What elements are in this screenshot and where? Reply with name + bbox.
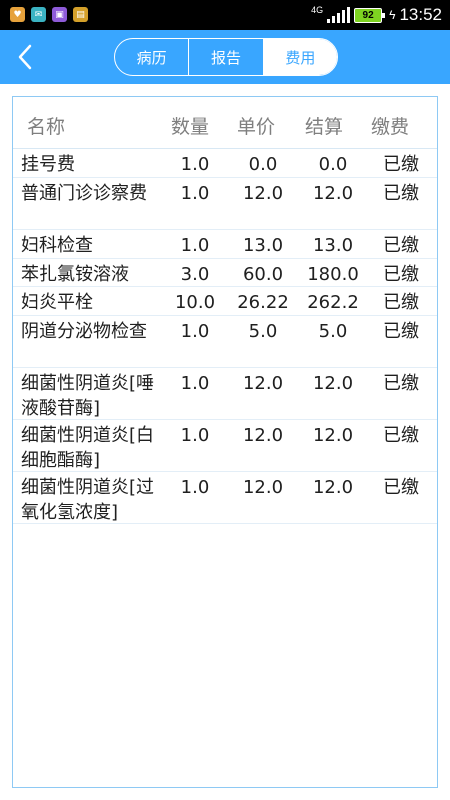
table-row: 细菌性阴道炎[过氧化氢浓度] 1.0 12.0 12.0 已缴 bbox=[13, 472, 437, 524]
item-settlement: 13.0 bbox=[312, 235, 354, 256]
image-notification-icon: ▤ bbox=[73, 7, 88, 22]
item-unit-price: 12.0 bbox=[242, 477, 284, 498]
item-payment-status: 已缴 bbox=[383, 373, 419, 394]
item-unit-price: 60.0 bbox=[242, 264, 284, 285]
item-quantity: 1.0 bbox=[180, 183, 210, 204]
network-type: 4G bbox=[311, 5, 324, 15]
item-quantity: 1.0 bbox=[180, 425, 210, 446]
item-settlement: 12.0 bbox=[312, 183, 354, 204]
item-quantity: 1.0 bbox=[180, 373, 210, 394]
item-quantity: 1.0 bbox=[180, 235, 210, 256]
status-bar: ♥ ✉ ▣ ▤ 4G 92 ϟ 13:52 bbox=[0, 0, 450, 30]
item-unit-price: 26.22 bbox=[237, 292, 289, 313]
item-name: 细菌性阴道炎[白细胞酯酶] bbox=[21, 425, 155, 471]
item-settlement: 12.0 bbox=[312, 373, 354, 394]
segmented-tabs: 病历 报告 费用 bbox=[114, 38, 338, 76]
item-name: 妇炎平栓 bbox=[21, 292, 93, 313]
item-unit-price: 5.0 bbox=[248, 321, 278, 342]
item-name: 妇科检查 bbox=[21, 235, 93, 256]
tab-expenses[interactable]: 费用 bbox=[263, 39, 337, 75]
clock: 13:52 bbox=[399, 5, 442, 24]
item-unit-price: 13.0 bbox=[242, 235, 284, 256]
item-settlement: 12.0 bbox=[312, 477, 354, 498]
item-payment-status: 已缴 bbox=[383, 425, 419, 446]
item-name: 细菌性阴道炎[过氧化氢浓度] bbox=[21, 477, 155, 523]
table-row: 妇科检查 1.0 13.0 13.0 已缴 bbox=[13, 230, 437, 259]
item-settlement: 12.0 bbox=[312, 425, 354, 446]
column-header-settlement: 结算 bbox=[305, 116, 344, 138]
item-settlement: 0.0 bbox=[318, 154, 348, 175]
status-indicators: 4G 92 ϟ 13:52 bbox=[311, 0, 442, 30]
charging-icon: ϟ bbox=[389, 8, 396, 22]
table-row: 普通门诊诊察费 1.0 12.0 12.0 已缴 bbox=[13, 178, 437, 230]
item-settlement: 5.0 bbox=[318, 321, 348, 342]
column-header-unit-price: 单价 bbox=[237, 116, 276, 138]
tab-medical-record[interactable]: 病历 bbox=[115, 39, 190, 75]
item-settlement: 180.0 bbox=[307, 264, 359, 285]
item-name: 细菌性阴道炎[唾液酸苷酶] bbox=[21, 373, 155, 419]
item-quantity: 1.0 bbox=[180, 477, 210, 498]
item-payment-status: 已缴 bbox=[383, 183, 419, 204]
item-unit-price: 12.0 bbox=[242, 425, 284, 446]
item-payment-status: 已缴 bbox=[383, 154, 419, 175]
notification-icons: ♥ ✉ ▣ ▤ bbox=[10, 7, 88, 22]
table-row: 细菌性阴道炎[白细胞酯酶] 1.0 12.0 12.0 已缴 bbox=[13, 420, 437, 472]
table-row: 挂号费 1.0 0.0 0.0 已缴 bbox=[13, 149, 437, 178]
gallery-notification-icon: ▣ bbox=[52, 7, 67, 22]
table-row: 苯扎氯铵溶液 3.0 60.0 180.0 已缴 bbox=[13, 259, 437, 287]
item-name: 苯扎氯铵溶液 bbox=[21, 264, 129, 285]
item-name: 普通门诊诊察费 bbox=[21, 183, 147, 204]
app-notification-icon: ♥ bbox=[10, 7, 25, 22]
item-payment-status: 已缴 bbox=[383, 477, 419, 498]
back-button[interactable] bbox=[8, 40, 42, 74]
column-header-quantity: 数量 bbox=[171, 116, 210, 138]
column-header-payment: 缴费 bbox=[371, 116, 410, 138]
table-row: 阴道分泌物检查 1.0 5.0 5.0 已缴 bbox=[13, 316, 437, 368]
chat-notification-icon: ✉ bbox=[31, 7, 46, 22]
item-settlement: 262.2 bbox=[307, 292, 359, 313]
item-name: 阴道分泌物检查 bbox=[21, 321, 147, 342]
chevron-left-icon bbox=[18, 44, 32, 70]
expense-table: 名称 数量 单价 结算 缴费 挂号费 1.0 0.0 0.0 已缴 普通门诊诊察… bbox=[12, 96, 438, 788]
item-payment-status: 已缴 bbox=[383, 264, 419, 285]
table-row: 妇炎平栓 10.0 26.22 262.2 已缴 bbox=[13, 287, 437, 316]
item-quantity: 10.0 bbox=[174, 292, 216, 313]
battery-level: 92 bbox=[362, 9, 374, 21]
item-unit-price: 0.0 bbox=[248, 154, 278, 175]
table-row: 细菌性阴道炎[唾液酸苷酶] 1.0 12.0 12.0 已缴 bbox=[13, 368, 437, 420]
item-unit-price: 12.0 bbox=[242, 373, 284, 394]
nav-bar: 病历 报告 费用 bbox=[0, 30, 450, 84]
signal-icon bbox=[327, 7, 351, 23]
column-header-name: 名称 bbox=[27, 116, 66, 138]
item-quantity: 1.0 bbox=[180, 154, 210, 175]
item-quantity: 1.0 bbox=[180, 321, 210, 342]
item-payment-status: 已缴 bbox=[383, 321, 419, 342]
tab-report[interactable]: 报告 bbox=[189, 39, 264, 75]
item-payment-status: 已缴 bbox=[383, 292, 419, 313]
item-quantity: 3.0 bbox=[180, 264, 210, 285]
item-payment-status: 已缴 bbox=[383, 235, 419, 256]
item-unit-price: 12.0 bbox=[242, 183, 284, 204]
battery-icon: 92 bbox=[354, 7, 386, 23]
table-header: 名称 数量 单价 结算 缴费 bbox=[13, 97, 437, 149]
item-name: 挂号费 bbox=[21, 154, 75, 175]
